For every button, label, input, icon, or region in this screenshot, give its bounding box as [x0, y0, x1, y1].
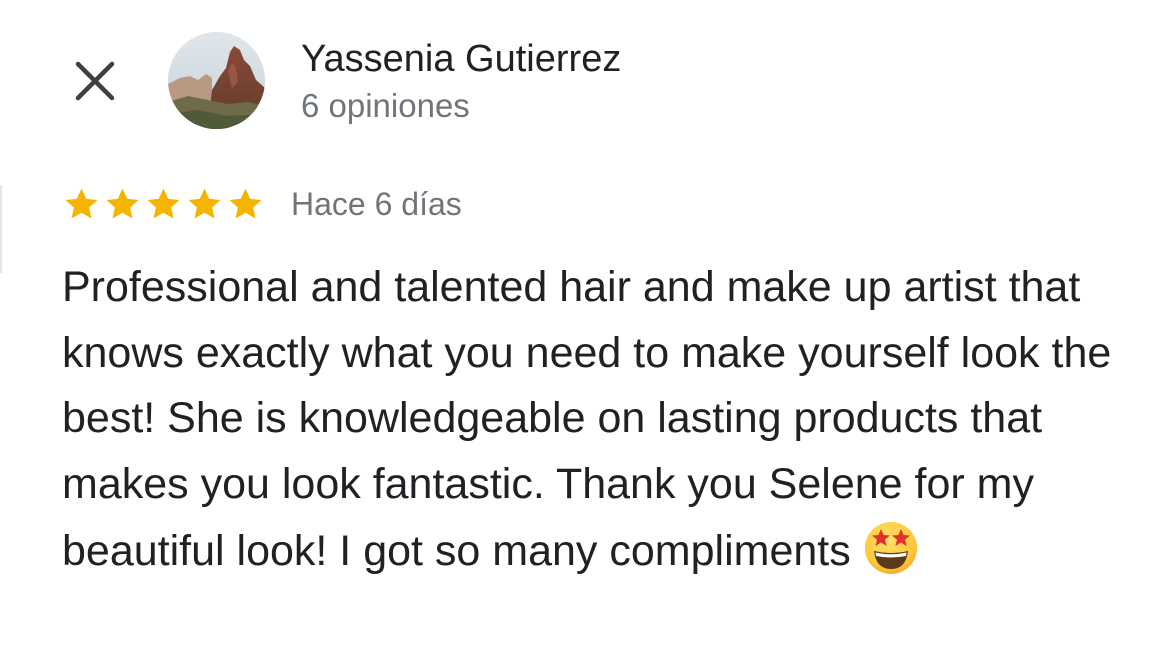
star-struck-emoji-icon — [861, 517, 921, 577]
star-icon — [226, 185, 265, 224]
star-icon — [103, 185, 142, 224]
left-edge-divider — [0, 185, 2, 273]
reviewer-name[interactable]: Yassenia Gutierrez — [301, 36, 621, 82]
review-text-container: Professional and talented hair and make … — [62, 255, 1152, 585]
close-icon — [75, 61, 115, 101]
star-icon — [62, 185, 101, 224]
close-button[interactable] — [72, 58, 118, 104]
rating-row: Hace 6 días — [62, 180, 462, 228]
reviewer-reviews-count: 6 opiniones — [301, 87, 470, 124]
review-date: Hace 6 días — [291, 185, 462, 222]
reviewer-avatar[interactable] — [168, 32, 265, 129]
avatar-photo — [168, 32, 265, 129]
star-rating — [62, 185, 267, 224]
review-text: Professional and talented hair and make … — [62, 263, 1112, 575]
star-icon — [144, 185, 183, 224]
star-icon — [185, 185, 224, 224]
